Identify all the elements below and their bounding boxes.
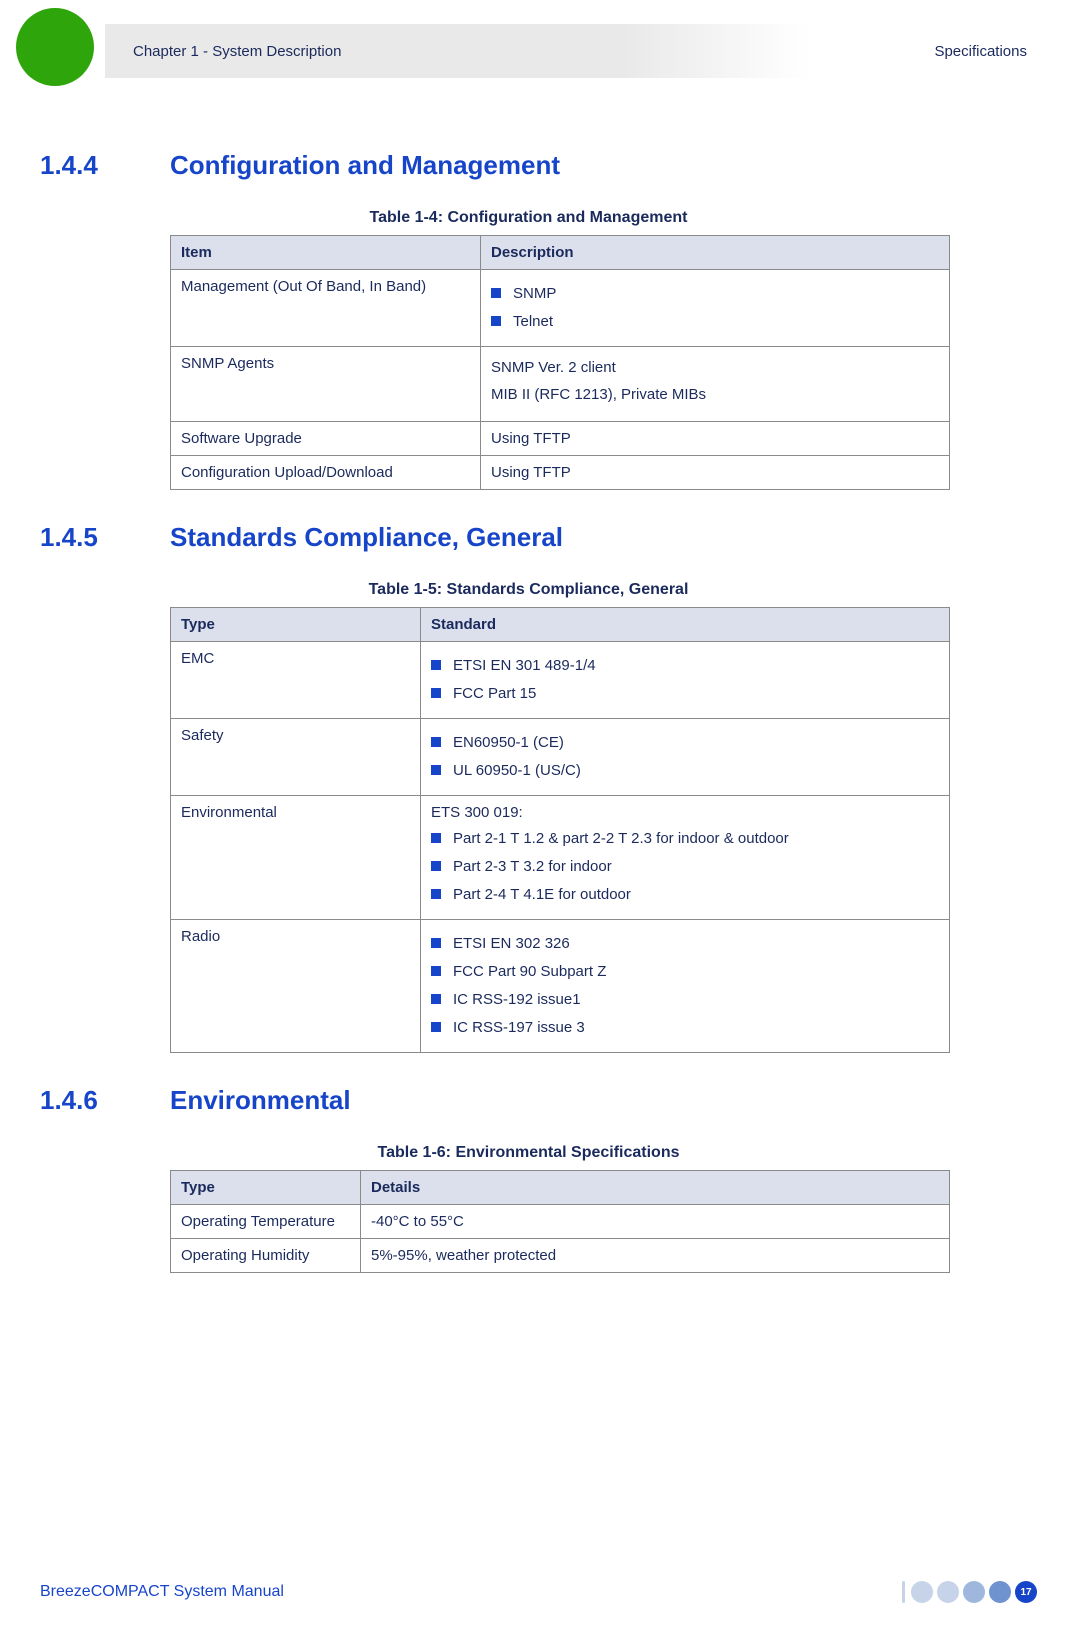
list-item: IC RSS-197 issue 3 [431,1016,939,1040]
list-item: SNMP [491,282,939,306]
bullet-list: ETSI EN 302 326 FCC Part 90 Subpart Z IC… [431,932,939,1040]
table-environmental: Type Details Operating Temperature -40°C… [170,1170,950,1273]
list-item: ETSI EN 301 489-1/4 [431,654,939,678]
list-item: Part 2-4 T 4.1E for outdoor [431,883,939,907]
table-row: Radio ETSI EN 302 326 FCC Part 90 Subpar… [171,920,950,1053]
table-cell: Operating Humidity [171,1239,361,1273]
table-cell: Software Upgrade [171,422,481,456]
page-number-badge: 17 [1015,1581,1037,1603]
bullet-list: ETSI EN 301 489-1/4 FCC Part 15 [431,654,939,706]
table-cell: Operating Temperature [171,1205,361,1239]
table-config-management: Item Description Management (Out Of Band… [170,235,950,490]
table-cell: Radio [171,920,421,1053]
section-heading: 1.4.6 Environmental [40,1085,1017,1116]
table-cell: Environmental [171,796,421,920]
table-header-row: Type Details [171,1171,950,1205]
footer-page-ornament: 17 [900,1581,1037,1603]
table-row: Operating Temperature -40°C to 55°C [171,1205,950,1239]
list-item: FCC Part 15 [431,682,939,706]
table-header-cell: Details [361,1171,950,1205]
table-cell: -40°C to 55°C [361,1205,950,1239]
table-cell: ETS 300 019: Part 2-1 T 1.2 & part 2-2 T… [421,796,950,920]
table-cell: SNMP Agents [171,347,481,422]
table-cell: Configuration Upload/Download [171,456,481,490]
table-cell: ETSI EN 301 489-1/4 FCC Part 15 [421,642,950,719]
page-footer: BreezeCOMPACT System Manual 17 [40,1581,1037,1603]
section-number: 1.4.4 [40,150,170,181]
header-green-dot-icon [16,8,94,86]
list-item: Part 2-3 T 3.2 for indoor [431,855,939,879]
dot-separator-icon [902,1581,905,1603]
bullet-list: Part 2-1 T 1.2 & part 2-2 T 2.3 for indo… [431,827,939,907]
table-header-cell: Standard [421,608,950,642]
section-heading: 1.4.5 Standards Compliance, General [40,522,1017,553]
list-item: FCC Part 90 Subpart Z [431,960,939,984]
table-row: SNMP Agents SNMP Ver. 2 client MIB II (R… [171,347,950,422]
list-item: UL 60950-1 (US/C) [431,759,939,783]
table-header-cell: Description [481,236,950,270]
table-cell: EN60950-1 (CE) UL 60950-1 (US/C) [421,719,950,796]
list-item: Part 2-1 T 1.2 & part 2-2 T 2.3 for indo… [431,827,939,851]
table-caption: Table 1-4: Configuration and Management [40,209,1017,227]
footer-manual-name: BreezeCOMPACT System Manual [40,1583,284,1601]
page-header: Chapter 1 - System Description Specifica… [105,24,1047,78]
table-standards-compliance: Type Standard EMC ETSI EN 301 489-1/4 FC… [170,607,950,1053]
section-title: Standards Compliance, General [170,522,563,553]
cell-line: SNMP Ver. 2 client [491,359,939,376]
section-heading: 1.4.4 Configuration and Management [40,150,1017,181]
section-number: 1.4.5 [40,522,170,553]
table-header-cell: Item [171,236,481,270]
dot-icon [911,1581,933,1603]
cell-pretext: ETS 300 019: [431,804,939,821]
dot-icon [989,1581,1011,1603]
table-cell: Using TFTP [481,422,950,456]
list-item: IC RSS-192 issue1 [431,988,939,1012]
table-row: Safety EN60950-1 (CE) UL 60950-1 (US/C) [171,719,950,796]
table-row: Management (Out Of Band, In Band) SNMP T… [171,270,950,347]
dot-icon [963,1581,985,1603]
cell-line: MIB II (RFC 1213), Private MIBs [491,386,939,403]
section-number: 1.4.6 [40,1085,170,1116]
dot-icon [937,1581,959,1603]
table-row: Software Upgrade Using TFTP [171,422,950,456]
table-caption: Table 1-6: Environmental Specifications [40,1144,1017,1162]
page-content: 1.4.4 Configuration and Management Table… [40,150,1017,1305]
bullet-list: EN60950-1 (CE) UL 60950-1 (US/C) [431,731,939,783]
table-row: Environmental ETS 300 019: Part 2-1 T 1.… [171,796,950,920]
table-cell: SNMP Ver. 2 client MIB II (RFC 1213), Pr… [481,347,950,422]
chapter-label: Chapter 1 - System Description [133,43,341,60]
bullet-list: SNMP Telnet [491,282,939,334]
list-item: Telnet [491,310,939,334]
list-item: EN60950-1 (CE) [431,731,939,755]
section-label: Specifications [934,43,1027,60]
table-caption: Table 1-5: Standards Compliance, General [40,581,1017,599]
table-cell: ETSI EN 302 326 FCC Part 90 Subpart Z IC… [421,920,950,1053]
table-cell: EMC [171,642,421,719]
table-cell: SNMP Telnet [481,270,950,347]
section-title: Environmental [170,1085,351,1116]
table-cell: Management (Out Of Band, In Band) [171,270,481,347]
table-cell: Using TFTP [481,456,950,490]
table-row: Operating Humidity 5%-95%, weather prote… [171,1239,950,1273]
table-row: Configuration Upload/Download Using TFTP [171,456,950,490]
table-cell: Safety [171,719,421,796]
table-header-cell: Type [171,608,421,642]
table-header-row: Item Description [171,236,950,270]
table-row: EMC ETSI EN 301 489-1/4 FCC Part 15 [171,642,950,719]
table-header-row: Type Standard [171,608,950,642]
table-header-cell: Type [171,1171,361,1205]
table-cell: 5%-95%, weather protected [361,1239,950,1273]
section-title: Configuration and Management [170,150,560,181]
list-item: ETSI EN 302 326 [431,932,939,956]
